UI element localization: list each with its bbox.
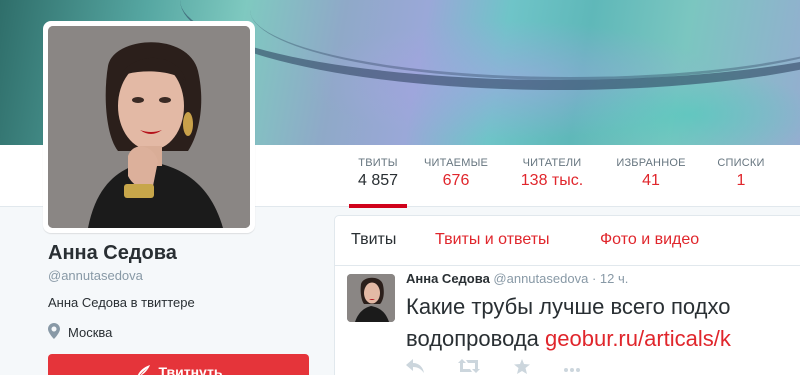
profile-name[interactable]: Анна Седова <box>48 242 177 265</box>
quill-icon <box>137 365 150 375</box>
profile-bio: Анна Седова в твиттере <box>48 295 195 310</box>
nav-following[interactable]: ЧИТАЕМЫЕ 676 <box>422 145 490 207</box>
timeline-tabs: Твиты Твиты и ответы Фото и видео <box>335 216 800 266</box>
avatar-photo <box>48 26 250 228</box>
more-icon[interactable] <box>564 359 580 375</box>
profile-handle[interactable]: @annutasedova <box>48 268 143 283</box>
tweet-avatar[interactable] <box>347 274 395 322</box>
nav-label: ЧИТАЕМЫЕ <box>423 157 489 169</box>
nav-label: ТВИТЫ <box>358 157 398 169</box>
nav-value: 4 857 <box>357 172 399 189</box>
tab-photos-videos[interactable]: Фото и видео <box>600 231 699 249</box>
tweet-text-line: водопровода geobur.ru/articals/k <box>406 323 800 355</box>
tweet-actions <box>406 359 580 375</box>
favorite-star-icon[interactable] <box>514 359 530 375</box>
tweet-separator: · <box>591 271 597 286</box>
nav-label: ЧИТАТЕЛИ <box>522 157 582 169</box>
nav-value: 676 <box>442 172 470 189</box>
reply-icon[interactable] <box>406 359 424 375</box>
nav-followers[interactable]: ЧИТАТЕЛИ 138 тыс. <box>514 145 590 207</box>
tweet-avatar-portrait <box>347 274 395 322</box>
nav-value: 1 <box>736 172 746 189</box>
tweet-time[interactable]: 12 ч. <box>600 271 628 286</box>
tweet-item[interactable]: Анна Седова @annutasedova · 12 ч. Какие … <box>335 267 800 375</box>
nav-label: ИЗБРАННОЕ <box>616 157 686 169</box>
tweet-author[interactable]: Анна Седова <box>406 271 490 286</box>
nav-lists[interactable]: СПИСКИ 1 <box>714 145 768 207</box>
compose-tweet-label: Твитнуть <box>158 364 223 375</box>
tab-tweets-replies[interactable]: Твиты и ответы <box>435 231 550 249</box>
nav-label: СПИСКИ <box>717 157 765 169</box>
tweet-text-fragment: водопровода <box>406 326 546 351</box>
compose-tweet-button[interactable]: Твитнуть <box>48 354 309 375</box>
nav-value: 41 <box>642 172 660 189</box>
tweet-text: Какие трубы лучше всего подхо водопровод… <box>406 291 800 355</box>
timeline: Твиты Твиты и ответы Фото и видео Анна С… <box>334 215 800 375</box>
avatar-portrait <box>48 26 250 228</box>
location-pin-icon <box>48 323 60 342</box>
profile-location: Москва <box>48 323 112 342</box>
tweet-header: Анна Седова @annutasedova · 12 ч. <box>406 271 628 286</box>
tab-tweets[interactable]: Твиты <box>351 231 396 249</box>
nav-value: 138 тыс. <box>520 172 584 189</box>
profile-avatar[interactable] <box>43 21 255 233</box>
retweet-icon[interactable] <box>458 359 480 375</box>
tweet-link[interactable]: geobur.ru/articals/k <box>545 326 731 351</box>
nav-favorites[interactable]: ИЗБРАННОЕ 41 <box>614 145 688 207</box>
location-text: Москва <box>68 325 113 340</box>
tweet-handle[interactable]: @annutasedova <box>493 271 588 286</box>
nav-tweets[interactable]: ТВИТЫ 4 857 <box>349 145 407 208</box>
tweet-text-line: Какие трубы лучше всего подхо <box>406 294 731 319</box>
